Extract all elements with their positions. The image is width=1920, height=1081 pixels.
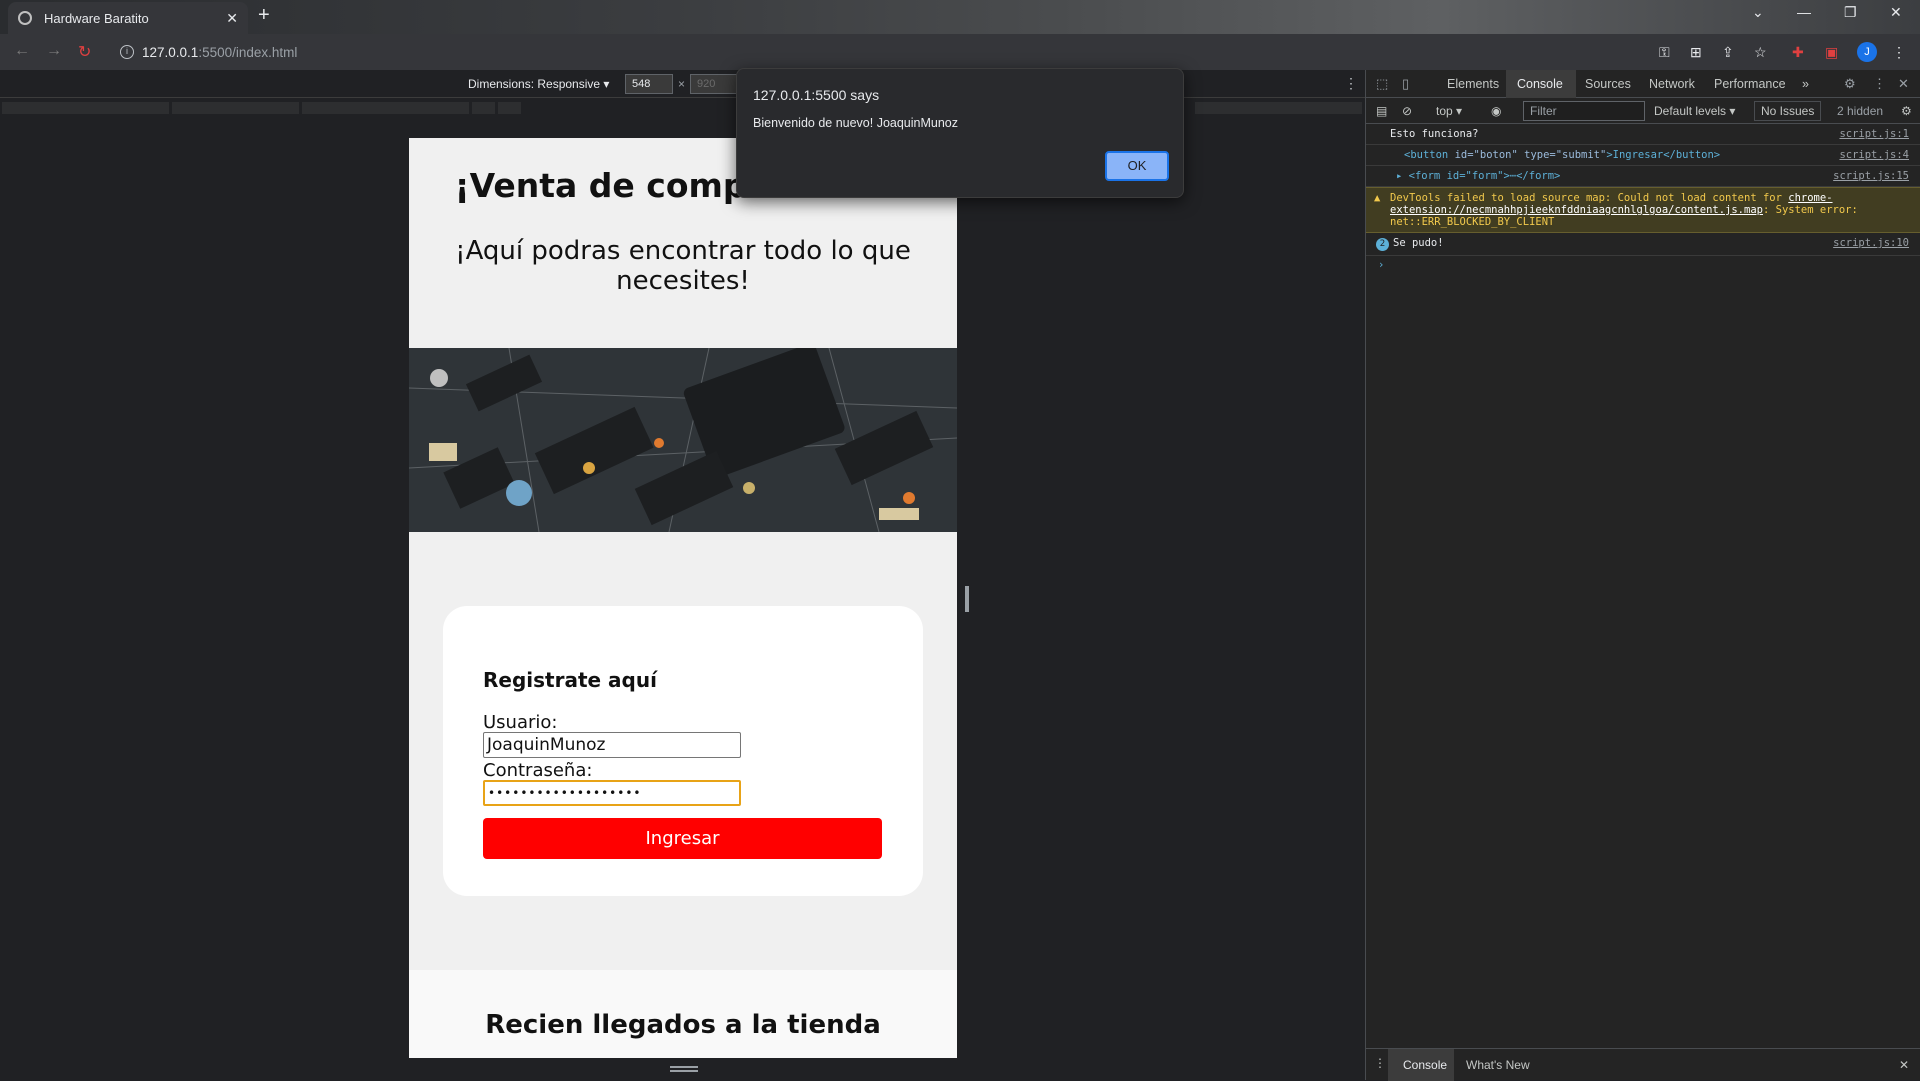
extension-puzzle-icon[interactable]: ✚ bbox=[1792, 44, 1804, 61]
tab-search-icon[interactable]: ⌄ bbox=[1752, 4, 1764, 21]
bookmark-star-icon[interactable]: ☆ bbox=[1754, 44, 1767, 61]
close-window-button[interactable]: ✕ bbox=[1890, 4, 1902, 21]
url-host: 127.0.0.1 bbox=[142, 44, 199, 60]
tab-performance[interactable]: Performance bbox=[1714, 77, 1786, 91]
extension-icon[interactable]: ▣ bbox=[1825, 44, 1838, 61]
live-expression-eye-icon[interactable]: ◉ bbox=[1491, 104, 1501, 118]
devtools-menu-icon[interactable]: ⋮ bbox=[1873, 76, 1886, 92]
element-attrs: id="boton" type="submit" bbox=[1448, 149, 1607, 161]
form-title: Registrate aquí bbox=[483, 668, 657, 692]
drawer-tab-console[interactable]: Console bbox=[1403, 1058, 1447, 1072]
tab-console[interactable]: Console bbox=[1517, 77, 1563, 91]
console-prompt[interactable]: › bbox=[1366, 256, 1920, 274]
username-label: Usuario: bbox=[483, 712, 558, 733]
tab-close-button[interactable]: ✕ bbox=[226, 10, 238, 27]
context-selector[interactable]: top ▾ bbox=[1436, 104, 1462, 118]
console-output: Esto funciona? script.js:1 <button id="b… bbox=[1366, 124, 1920, 274]
url-path: :5500/index.html bbox=[198, 44, 298, 60]
hidden-count: 2 hidden bbox=[1837, 104, 1884, 118]
sidebar-toggle-icon[interactable]: ▤ bbox=[1376, 104, 1387, 118]
username-input[interactable]: JoaquinMunoz bbox=[483, 732, 741, 758]
tab-title: Hardware Baratito bbox=[44, 10, 149, 26]
source-link[interactable]: script.js:10 bbox=[1833, 237, 1909, 249]
source-link[interactable]: script.js:1 bbox=[1839, 128, 1909, 140]
forward-icon[interactable]: → bbox=[46, 42, 62, 60]
console-warning-row: ▲ DevTools failed to load source map: Co… bbox=[1366, 187, 1920, 233]
maximize-button[interactable]: ❐ bbox=[1844, 4, 1857, 21]
console-filter-bar: ▤ ⊘ top ▾ ◉ Filter Default levels ▾ No I… bbox=[1366, 98, 1920, 124]
device-height-input[interactable]: 920 bbox=[690, 74, 738, 94]
alert-dialog: 127.0.0.1:5500 says Bienvenido de nuevo!… bbox=[736, 68, 1184, 198]
console-log-row: <button id="boton" type="submit">Ingresa… bbox=[1366, 145, 1920, 166]
tab-strip: Hardware Baratito ✕ + ⌄ — ❐ ✕ bbox=[0, 0, 1920, 34]
issues-button[interactable]: No Issues bbox=[1754, 101, 1822, 121]
reload-icon[interactable]: ↻ bbox=[78, 42, 91, 62]
console-log-row: Esto funciona? script.js:1 bbox=[1366, 124, 1920, 145]
alert-message: Bienvenido de nuevo! JoaquinMunoz bbox=[753, 116, 959, 130]
tab-elements[interactable]: Elements bbox=[1447, 77, 1499, 91]
minimize-button[interactable]: — bbox=[1797, 4, 1811, 20]
viewport-height-resize-handle[interactable] bbox=[670, 1066, 698, 1072]
profile-avatar[interactable]: J bbox=[1857, 42, 1877, 62]
new-tab-button[interactable]: + bbox=[258, 4, 270, 27]
site-info-icon[interactable]: i bbox=[120, 45, 134, 59]
repeat-count-badge: 2 bbox=[1376, 238, 1389, 251]
warning-text: DevTools failed to load source map: Coul… bbox=[1390, 192, 1789, 204]
element-tag[interactable]: <button bbox=[1404, 149, 1448, 161]
expandable-element[interactable]: ▸ <form id="form">⋯</form> bbox=[1396, 170, 1560, 182]
new-arrivals-section: Recien llegados a la tienda bbox=[409, 970, 957, 1058]
device-toggle-icon[interactable]: ▯ bbox=[1402, 76, 1409, 92]
translate-icon[interactable]: ⊞ bbox=[1690, 44, 1702, 61]
devtools-drawer: ⋮ Console What's New ✕ bbox=[1366, 1048, 1920, 1081]
warning-icon: ▲ bbox=[1374, 192, 1381, 204]
submit-button[interactable]: Ingresar bbox=[483, 818, 882, 859]
menu-kebab-icon[interactable]: ⋮ bbox=[1892, 44, 1906, 61]
tab-network[interactable]: Network bbox=[1649, 77, 1695, 91]
tab-sources[interactable]: Sources bbox=[1585, 77, 1631, 91]
address-bar[interactable]: i 127.0.0.1:5500/index.html bbox=[112, 39, 1652, 65]
emulated-viewport: ¡Venta de componentes! ¡Aquí podras enco… bbox=[409, 138, 957, 1058]
console-filter-input[interactable]: Filter bbox=[1523, 101, 1645, 121]
alert-ok-button[interactable]: OK bbox=[1105, 151, 1169, 181]
section-heading: Recien llegados a la tienda bbox=[485, 1010, 881, 1040]
clear-console-icon[interactable]: ⊘ bbox=[1402, 104, 1412, 118]
browser-toolbar: ← → ↻ i 127.0.0.1:5500/index.html ⚿ ⊞ ⇪ … bbox=[0, 34, 1920, 70]
drawer-tab-whats-new[interactable]: What's New bbox=[1466, 1058, 1530, 1072]
device-options-icon[interactable]: ⋮ bbox=[1344, 75, 1358, 92]
password-label: Contraseña: bbox=[483, 760, 593, 781]
devtools-tabbar: ⬚ ▯ Elements Console Sources Network Per… bbox=[1366, 70, 1920, 98]
more-tabs-button[interactable]: » bbox=[1802, 77, 1809, 91]
source-link[interactable]: script.js:4 bbox=[1839, 149, 1909, 161]
circuit-board-image bbox=[409, 348, 957, 532]
devtools-panel: ⬚ ▯ Elements Console Sources Network Per… bbox=[1365, 70, 1920, 1081]
inspect-element-icon[interactable]: ⬚ bbox=[1376, 76, 1388, 92]
console-log-row: ▸ <form id="form">⋯</form> script.js:15 bbox=[1366, 166, 1920, 187]
console-log-row: 2 Se pudo! script.js:10 bbox=[1366, 233, 1920, 256]
viewport-width-resize-handle[interactable] bbox=[965, 586, 969, 612]
key-icon[interactable]: ⚿ bbox=[1659, 44, 1670, 61]
dimensions-dropdown[interactable]: Dimensions: Responsive ▾ bbox=[468, 77, 609, 91]
dimension-separator: × bbox=[678, 77, 686, 91]
register-form-card: Registrate aquí Usuario: JoaquinMunoz Co… bbox=[443, 606, 923, 896]
password-input[interactable]: ••••••••••••••••••• bbox=[483, 780, 741, 806]
close-devtools-icon[interactable]: ✕ bbox=[1898, 76, 1909, 92]
device-width-input[interactable]: 548 bbox=[625, 74, 673, 94]
source-link[interactable]: script.js:15 bbox=[1833, 170, 1909, 182]
back-icon[interactable]: ← bbox=[14, 42, 30, 60]
console-settings-icon[interactable]: ⚙ bbox=[1901, 104, 1912, 118]
drawer-close-icon[interactable]: ✕ bbox=[1899, 1058, 1909, 1072]
element-tag-close: >Ingresar</button> bbox=[1606, 149, 1721, 161]
log-text: Se pudo! bbox=[1393, 237, 1444, 249]
drawer-menu-icon[interactable]: ⋮ bbox=[1374, 1056, 1386, 1070]
settings-gear-icon[interactable]: ⚙ bbox=[1844, 76, 1856, 92]
page-subtitle: ¡Aquí podras encontrar todo lo que neces… bbox=[455, 236, 911, 296]
share-icon[interactable]: ⇪ bbox=[1722, 44, 1734, 61]
browser-tab[interactable]: Hardware Baratito ✕ bbox=[8, 2, 248, 34]
log-text: Esto funciona? bbox=[1390, 128, 1479, 140]
alert-title: 127.0.0.1:5500 says bbox=[753, 87, 880, 103]
log-levels-dropdown[interactable]: Default levels ▾ bbox=[1654, 104, 1735, 118]
globe-icon bbox=[18, 11, 32, 25]
